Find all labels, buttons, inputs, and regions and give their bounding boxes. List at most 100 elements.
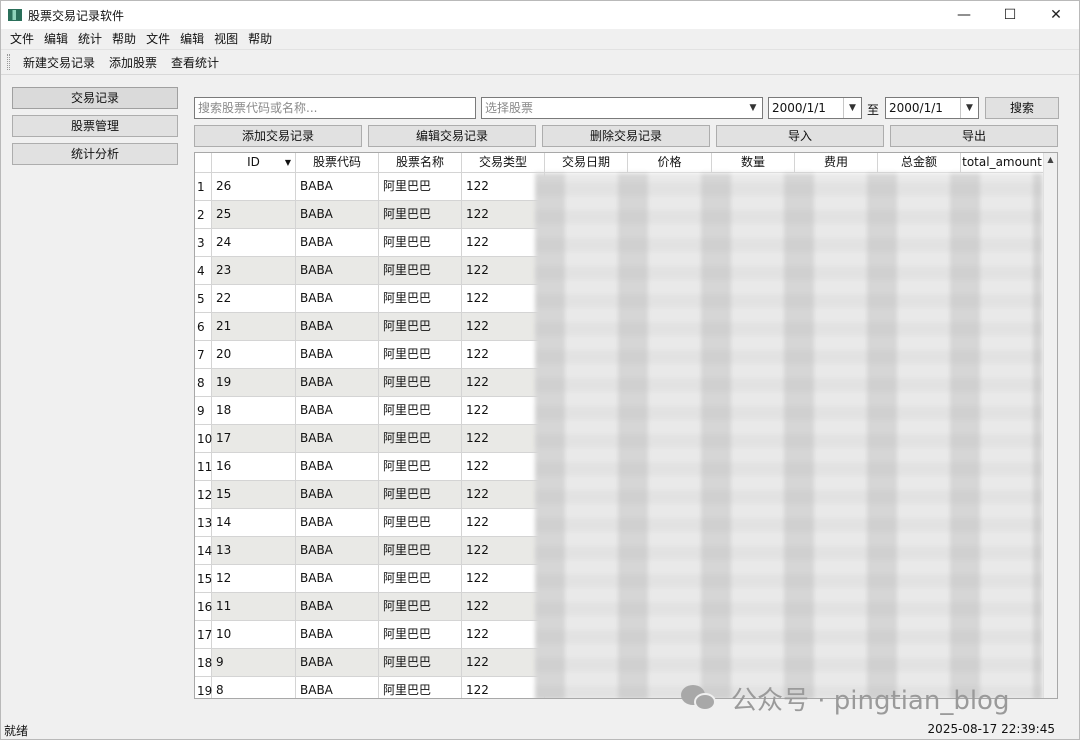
table-cell-id[interactable]: 19 xyxy=(212,369,296,397)
row-header[interactable]: 7 xyxy=(195,341,212,369)
table-cell-type[interactable]: 122 xyxy=(462,229,545,257)
menu-file[interactable]: 文件 xyxy=(1,30,39,47)
column-header-type[interactable]: 交易类型 xyxy=(462,153,545,173)
close-button[interactable]: ✕ xyxy=(1033,1,1079,29)
table-cell-id[interactable]: 20 xyxy=(212,341,296,369)
maximize-button[interactable]: ☐ xyxy=(987,1,1033,29)
table-cell-code[interactable]: BABA xyxy=(296,565,379,593)
table-cell-name[interactable]: 阿里巴巴 xyxy=(379,481,462,509)
table-cell-id[interactable]: 11 xyxy=(212,593,296,621)
row-header[interactable]: 15 xyxy=(195,565,212,593)
table-cell-id[interactable]: 9 xyxy=(212,649,296,677)
table-cell-name[interactable]: 阿里巴巴 xyxy=(379,285,462,313)
row-header[interactable]: 9 xyxy=(195,397,212,425)
table-cell-code[interactable]: BABA xyxy=(296,397,379,425)
table-cell-code[interactable]: BABA xyxy=(296,201,379,229)
menu-edit[interactable]: 编辑 xyxy=(39,30,73,47)
table-cell-code[interactable]: BABA xyxy=(296,481,379,509)
table-cell-type[interactable]: 122 xyxy=(462,649,545,677)
table-cell-type[interactable]: 122 xyxy=(462,313,545,341)
table-cell-code[interactable]: BABA xyxy=(296,621,379,649)
table-cell-id[interactable]: 26 xyxy=(212,173,296,201)
table-cell-code[interactable]: BABA xyxy=(296,285,379,313)
export-button[interactable]: 导出 xyxy=(890,125,1058,147)
scroll-up-icon[interactable]: ▲ xyxy=(1044,153,1057,167)
row-header[interactable]: 12 xyxy=(195,481,212,509)
menu-help[interactable]: 帮助 xyxy=(107,30,141,47)
row-header[interactable]: 13 xyxy=(195,509,212,537)
column-header-quantity[interactable]: 数量 xyxy=(712,153,795,173)
column-header-code[interactable]: 股票代码 xyxy=(296,153,379,173)
table-cell-type[interactable]: 122 xyxy=(462,397,545,425)
table-cell-id[interactable]: 12 xyxy=(212,565,296,593)
search-button[interactable]: 搜索 xyxy=(985,97,1059,119)
column-header-id[interactable]: ID ▼ xyxy=(212,153,296,173)
view-stats-button[interactable]: 查看统计 xyxy=(164,54,226,71)
edit-trade-record-button[interactable]: 编辑交易记录 xyxy=(368,125,536,147)
table-cell-id[interactable]: 22 xyxy=(212,285,296,313)
menu-stats[interactable]: 统计 xyxy=(73,30,107,47)
table-cell-name[interactable]: 阿里巴巴 xyxy=(379,621,462,649)
table-cell-name[interactable]: 阿里巴巴 xyxy=(379,593,462,621)
table-cell-type[interactable]: 122 xyxy=(462,201,545,229)
toolbar-grip[interactable] xyxy=(7,54,10,70)
table-cell-id[interactable]: 10 xyxy=(212,621,296,649)
table-cell-name[interactable]: 阿里巴巴 xyxy=(379,453,462,481)
row-header[interactable]: 1 xyxy=(195,173,212,201)
table-cell-type[interactable]: 122 xyxy=(462,369,545,397)
table-cell-code[interactable]: BABA xyxy=(296,229,379,257)
row-header[interactable]: 10 xyxy=(195,425,212,453)
row-header[interactable]: 18 xyxy=(195,649,212,677)
row-header[interactable]: 19 xyxy=(195,677,212,698)
table-cell-name[interactable]: 阿里巴巴 xyxy=(379,257,462,285)
search-input[interactable] xyxy=(198,98,475,118)
table-cell-name[interactable]: 阿里巴巴 xyxy=(379,369,462,397)
date-to-picker[interactable]: 2000/1/1 ▼ xyxy=(885,97,979,119)
table-cell-code[interactable]: BABA xyxy=(296,453,379,481)
table-cell-id[interactable]: 24 xyxy=(212,229,296,257)
table-cell-code[interactable]: BABA xyxy=(296,313,379,341)
table-cell-id[interactable]: 25 xyxy=(212,201,296,229)
table-cell-type[interactable]: 122 xyxy=(462,509,545,537)
row-header[interactable]: 6 xyxy=(195,313,212,341)
column-header-name[interactable]: 股票名称 xyxy=(379,153,462,173)
table-cell-code[interactable]: BABA xyxy=(296,593,379,621)
table-cell-id[interactable]: 13 xyxy=(212,537,296,565)
table-cell-code[interactable]: BABA xyxy=(296,537,379,565)
table-cell-id[interactable]: 18 xyxy=(212,397,296,425)
chevron-down-icon[interactable]: ▼ xyxy=(843,98,861,118)
table-cell-type[interactable]: 122 xyxy=(462,173,545,201)
chevron-down-icon[interactable]: ▼ xyxy=(960,98,978,118)
row-header[interactable]: 8 xyxy=(195,369,212,397)
table-cell-type[interactable]: 122 xyxy=(462,453,545,481)
minimize-button[interactable]: — xyxy=(941,1,987,29)
table-cell-id[interactable]: 23 xyxy=(212,257,296,285)
import-button[interactable]: 导入 xyxy=(716,125,884,147)
column-header-total[interactable]: 总金额 xyxy=(878,153,961,173)
menu-view[interactable]: 视图 xyxy=(209,30,243,47)
table-cell-type[interactable]: 122 xyxy=(462,257,545,285)
table-cell-code[interactable]: BABA xyxy=(296,257,379,285)
column-header-price[interactable]: 价格 xyxy=(628,153,712,173)
column-header-total-amount[interactable]: total_amount xyxy=(961,153,1044,173)
table-cell-name[interactable]: 阿里巴巴 xyxy=(379,341,462,369)
table-cell-name[interactable]: 阿里巴巴 xyxy=(379,229,462,257)
sidebar-item-stock-management[interactable]: 股票管理 xyxy=(12,115,178,137)
row-header[interactable]: 14 xyxy=(195,537,212,565)
add-stock-button[interactable]: 添加股票 xyxy=(102,54,164,71)
column-header-fee[interactable]: 费用 xyxy=(795,153,878,173)
column-header-date[interactable]: 交易日期 xyxy=(545,153,628,173)
table-cell-name[interactable]: 阿里巴巴 xyxy=(379,509,462,537)
row-header[interactable]: 17 xyxy=(195,621,212,649)
table-cell-name[interactable]: 阿里巴巴 xyxy=(379,425,462,453)
table-cell-type[interactable]: 122 xyxy=(462,425,545,453)
stock-select[interactable]: 选择股票 ▼ xyxy=(481,97,763,119)
vertical-scrollbar[interactable]: ▲ xyxy=(1043,153,1057,698)
table-cell-type[interactable]: 122 xyxy=(462,621,545,649)
row-header[interactable]: 16 xyxy=(195,593,212,621)
table-cell-name[interactable]: 阿里巴巴 xyxy=(379,537,462,565)
add-trade-record-button[interactable]: 添加交易记录 xyxy=(194,125,362,147)
table-cell-type[interactable]: 122 xyxy=(462,565,545,593)
table-cell-name[interactable]: 阿里巴巴 xyxy=(379,173,462,201)
table-cell-type[interactable]: 122 xyxy=(462,285,545,313)
